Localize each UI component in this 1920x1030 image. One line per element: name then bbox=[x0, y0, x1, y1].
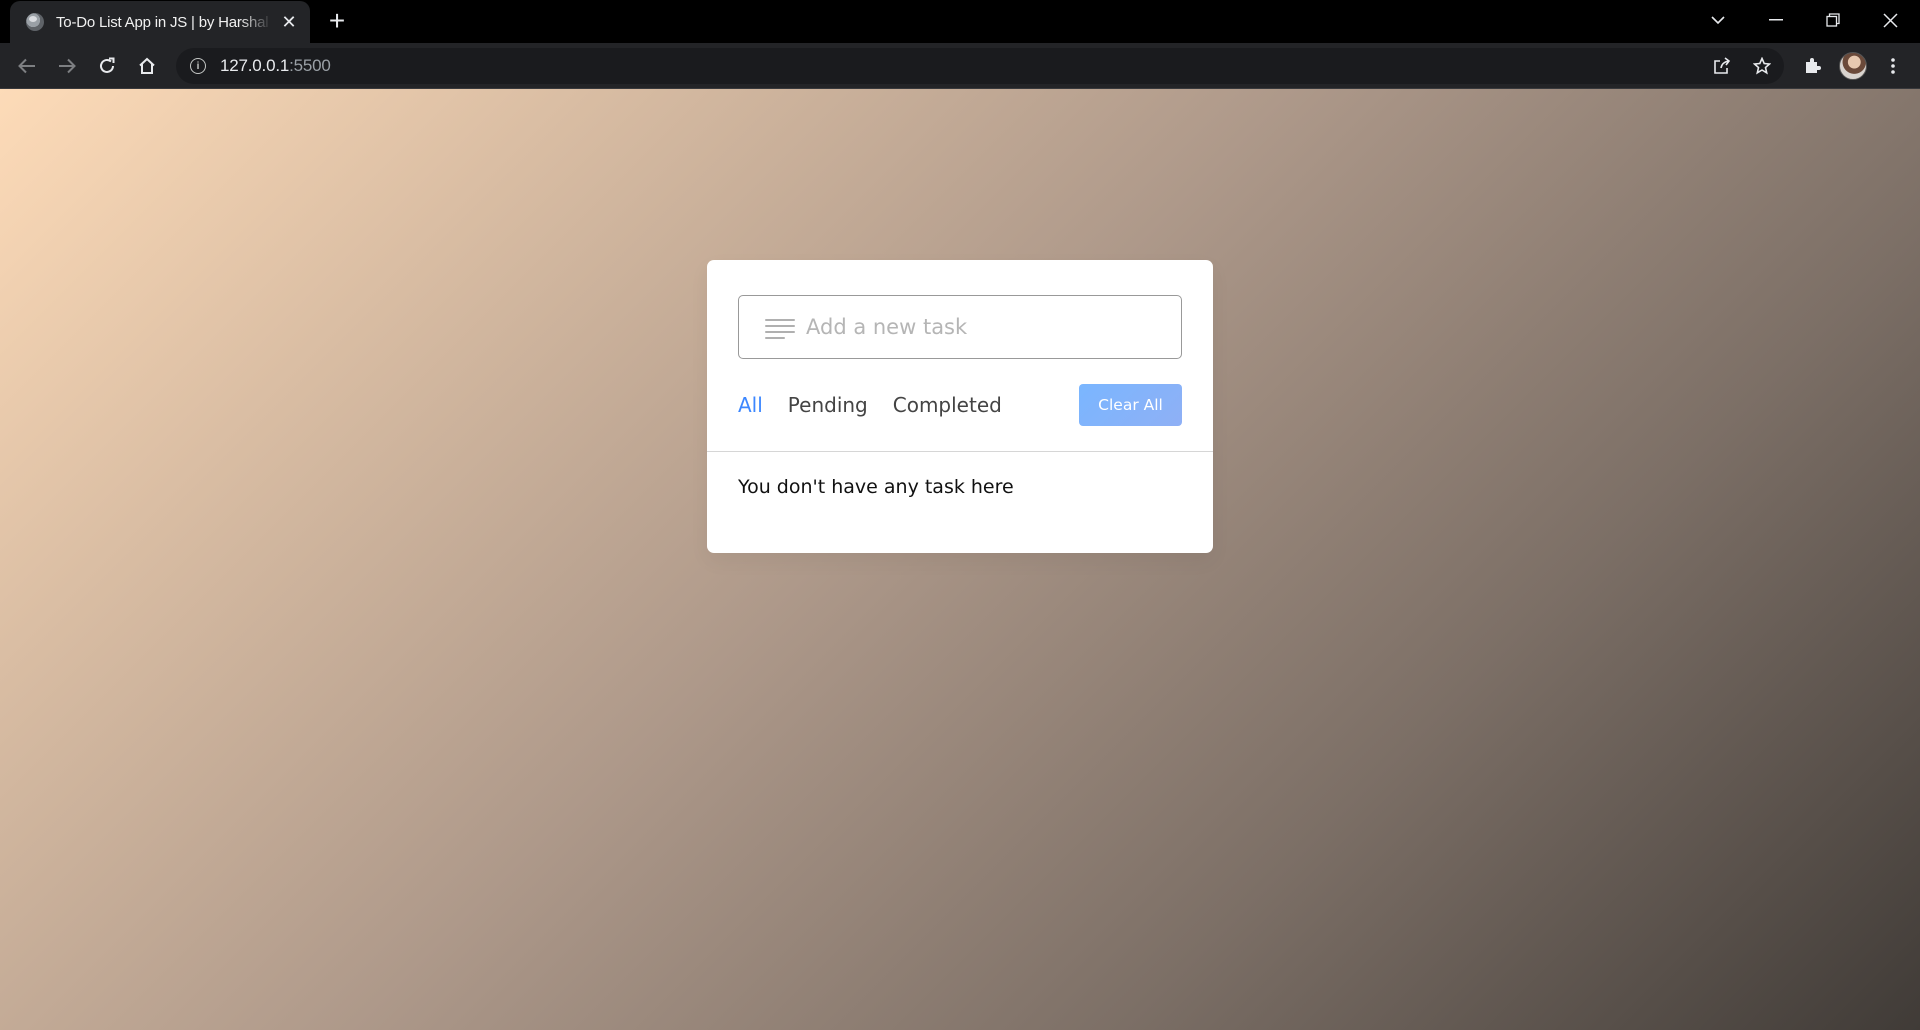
empty-task-message: You don't have any task here bbox=[738, 476, 1014, 498]
tab-title: To-Do List App in JS | by Harshal bbox=[56, 13, 269, 31]
task-input[interactable] bbox=[806, 315, 1146, 339]
restore-icon[interactable] bbox=[1805, 0, 1861, 40]
info-icon[interactable]: i bbox=[190, 58, 206, 74]
browser-tab[interactable]: To-Do List App in JS | by Harshal ✕ bbox=[10, 1, 310, 43]
filters: All Pending Completed bbox=[738, 393, 1027, 417]
tab-search-icon[interactable] bbox=[1690, 0, 1746, 40]
page-viewport: All Pending Completed Clear All You don'… bbox=[0, 89, 1920, 1030]
filter-all[interactable]: All bbox=[738, 393, 763, 417]
address-bar[interactable]: i 127.0.0.1:5500 bbox=[176, 48, 1784, 84]
url-port: :5500 bbox=[289, 56, 331, 75]
bookmark-star-icon[interactable] bbox=[1746, 50, 1778, 82]
close-window-icon[interactable] bbox=[1862, 0, 1918, 40]
todo-card: All Pending Completed Clear All You don'… bbox=[707, 260, 1213, 553]
profile-avatar[interactable] bbox=[1839, 52, 1867, 80]
url-host: 127.0.0.1 bbox=[220, 56, 290, 75]
reload-icon[interactable] bbox=[91, 50, 123, 82]
browser-toolbar: i 127.0.0.1:5500 bbox=[0, 43, 1920, 89]
filter-pending[interactable]: Pending bbox=[788, 393, 868, 417]
share-icon[interactable] bbox=[1706, 50, 1738, 82]
url-text[interactable]: 127.0.0.1:5500 bbox=[220, 56, 331, 76]
tab-close-icon[interactable]: ✕ bbox=[280, 13, 298, 31]
forward-arrow-icon[interactable] bbox=[51, 50, 83, 82]
divider bbox=[707, 451, 1213, 452]
globe-icon bbox=[26, 13, 44, 31]
extensions-icon[interactable] bbox=[1796, 50, 1828, 82]
notes-lines-icon bbox=[765, 317, 795, 339]
filter-completed[interactable]: Completed bbox=[893, 393, 1002, 417]
task-input-box[interactable] bbox=[738, 295, 1182, 359]
new-tab-button[interactable]: + bbox=[322, 7, 352, 36]
menu-icon[interactable] bbox=[1877, 50, 1909, 82]
clear-all-button[interactable]: Clear All bbox=[1079, 384, 1182, 426]
browser-tab-strip: To-Do List App in JS | by Harshal ✕ + bbox=[0, 0, 1920, 43]
home-icon[interactable] bbox=[131, 50, 163, 82]
back-arrow-icon[interactable] bbox=[11, 50, 43, 82]
controls-row: All Pending Completed Clear All bbox=[738, 384, 1182, 426]
minimize-icon[interactable] bbox=[1748, 0, 1804, 40]
